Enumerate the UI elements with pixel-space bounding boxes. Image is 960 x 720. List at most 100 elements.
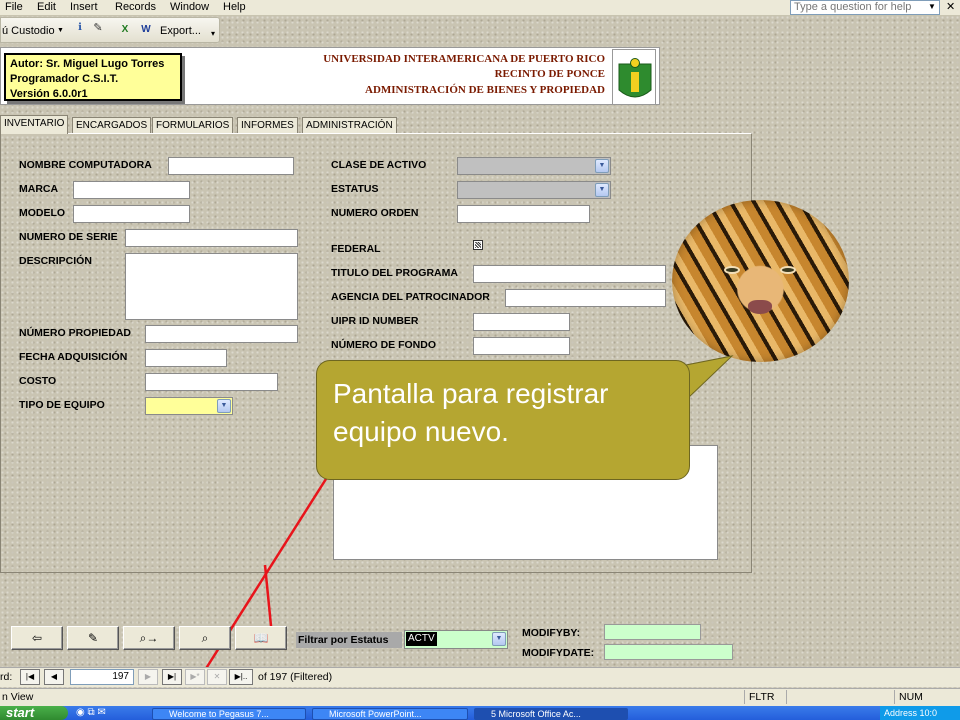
author-line: Programador C.S.I.T.: [10, 73, 119, 85]
chevron-down-icon[interactable]: ▼: [57, 27, 64, 34]
taskbar-item-powerpoint[interactable]: Microsoft PowerPoint...: [312, 708, 468, 720]
label-numero-orden: NUMERO ORDEN: [331, 207, 419, 219]
menu-help[interactable]: Help: [223, 1, 246, 13]
open-book-button[interactable]: 📖: [235, 626, 287, 650]
fecha-adquisicion-field[interactable]: [145, 349, 227, 367]
author-line: Versión 6.0.0r1: [10, 88, 88, 100]
chevron-down-icon[interactable]: ▼: [217, 399, 231, 413]
word-icon[interactable]: W: [139, 23, 153, 37]
campus-name: RECINTO DE PONCE: [494, 68, 605, 80]
next-record-button[interactable]: ▶: [138, 669, 158, 685]
callout-bubble: Pantalla para registrar equipo nuevo.: [316, 360, 690, 480]
label-marca: MARCA: [19, 183, 59, 195]
status-cell: [786, 690, 892, 704]
tab-encargados[interactable]: ENCARGADOS: [72, 117, 152, 133]
taskbar-item-access[interactable]: 5 Microsoft Office Ac...: [474, 708, 628, 720]
start-button[interactable]: start: [0, 706, 68, 720]
binoculars-icon: ⌕: [201, 631, 209, 645]
toolbar-dropdown[interactable]: ú Custodio: [2, 25, 55, 37]
edit-button[interactable]: ✎: [67, 626, 119, 650]
university-logo: [612, 49, 656, 105]
book-icon: 📖: [253, 631, 269, 645]
menu-window[interactable]: Window: [170, 1, 209, 13]
tiger-photo: [672, 200, 849, 362]
marca-field[interactable]: [73, 181, 190, 199]
label-modifyby: MODIFYBY:: [522, 627, 581, 639]
chevron-down-icon[interactable]: ▼: [595, 183, 609, 197]
estatus-combo[interactable]: ▼: [457, 181, 611, 199]
label-fecha-adquisicion: FECHA ADQUISICIÓN: [19, 351, 128, 363]
costo-field[interactable]: [145, 373, 278, 391]
numero-orden-field[interactable]: [457, 205, 590, 223]
author-line: Autor: Sr. Miguel Lugo Torres: [10, 58, 165, 70]
exit-button[interactable]: ⇦: [11, 626, 63, 650]
menu-insert[interactable]: Insert: [70, 1, 98, 13]
numero-serie-field[interactable]: [125, 229, 298, 247]
binoculars-arrow-icon: ⌕→: [139, 631, 159, 645]
federal-checkbox[interactable]: [473, 240, 483, 250]
filter-status-combo[interactable]: ACTV ▼: [404, 630, 508, 649]
export-button[interactable]: Export...: [160, 25, 201, 37]
taskbar-item-pegasus[interactable]: Welcome to Pegasus 7...: [152, 708, 306, 720]
view-status: n View: [2, 691, 34, 703]
descripcion-field[interactable]: [125, 253, 298, 320]
num-indicator: NUM: [894, 690, 934, 704]
previous-record-button[interactable]: ◀: [44, 669, 64, 685]
tiger-eye: [724, 266, 740, 274]
tab-inventario[interactable]: INVENTARIO: [0, 115, 69, 134]
tab-formularios[interactable]: FORMULARIOS: [152, 117, 234, 133]
chevron-down-icon[interactable]: ▼: [595, 159, 609, 173]
clase-activo-combo[interactable]: ▼: [457, 157, 611, 175]
format-painter-icon[interactable]: ✎: [91, 21, 105, 35]
numero-fondo-field[interactable]: [473, 337, 570, 355]
modifydate-field[interactable]: [604, 644, 733, 660]
label-titulo-programa: TITULO DEL PROGRAMA: [331, 267, 458, 279]
menu-file[interactable]: File: [5, 1, 23, 13]
last-record-button[interactable]: ▶|: [162, 669, 182, 685]
callout-text: Pantalla para registrar equipo nuevo.: [333, 378, 609, 447]
search-button[interactable]: ⌕: [179, 626, 231, 650]
excel-icon[interactable]: X: [118, 23, 132, 37]
chevron-down-icon[interactable]: ▼: [928, 2, 936, 11]
delete-record-icon[interactable]: ✕: [207, 669, 227, 685]
menu-records[interactable]: Records: [115, 1, 156, 13]
close-icon[interactable]: ✕: [946, 0, 955, 13]
label-modelo: MODELO: [19, 207, 66, 219]
modifyby-field[interactable]: [604, 624, 701, 640]
numero-propiedad-field[interactable]: [145, 325, 298, 343]
tiger-nose: [748, 300, 772, 314]
help-search-input[interactable]: Type a question for help: [790, 0, 940, 15]
university-name: UNIVERSIDAD INTERAMERICANA DE PUERTO RIC…: [323, 53, 605, 65]
menu-edit[interactable]: Edit: [37, 1, 56, 13]
label-costo: COSTO: [19, 375, 57, 387]
filter-value: ACTV: [406, 632, 437, 646]
author-box: Autor: Sr. Miguel Lugo Torres Programado…: [4, 53, 182, 101]
find-next-button[interactable]: ⌕→: [123, 626, 175, 650]
modelo-field[interactable]: [73, 205, 190, 223]
tab-administracion[interactable]: ADMINISTRACIÓN: [302, 117, 397, 133]
agencia-field[interactable]: [505, 289, 666, 307]
label-descripcion: DESCRIPCIÓN: [19, 255, 92, 267]
label-uipr-id: UIPR ID NUMBER: [331, 315, 419, 327]
first-record-button[interactable]: |◀: [20, 669, 40, 685]
label-tipo-equipo: TIPO DE EQUIPO: [19, 399, 105, 411]
nombre-computadora-field[interactable]: [168, 157, 294, 175]
tab-informes[interactable]: INFORMES: [237, 117, 298, 133]
sort-icon[interactable]: ℹ: [73, 21, 87, 35]
label-federal: FEDERAL: [331, 243, 381, 255]
label-numero-serie: NUMERO DE SERIE: [19, 231, 118, 243]
tipo-equipo-combo[interactable]: ▼: [145, 397, 233, 415]
last-page-button[interactable]: ▶|..: [229, 669, 253, 685]
new-record-button[interactable]: ▶*: [185, 669, 205, 685]
record-number-input[interactable]: 197: [70, 669, 134, 685]
toolbar-options-icon[interactable]: ▾: [211, 29, 215, 38]
chevron-down-icon[interactable]: ▼: [492, 632, 506, 646]
filter-label: Filtrar por Estatus: [296, 632, 402, 648]
quick-launch-icons[interactable]: ◉ ⧉ ✉: [76, 707, 106, 718]
fltr-indicator: FLTR: [744, 690, 784, 704]
tiger-eye: [780, 266, 796, 274]
uipr-id-field[interactable]: [473, 313, 570, 331]
titulo-programa-field[interactable]: [473, 265, 666, 283]
label-modifydate: MODIFYDATE:: [522, 647, 595, 659]
record-label: rd:: [0, 671, 13, 683]
